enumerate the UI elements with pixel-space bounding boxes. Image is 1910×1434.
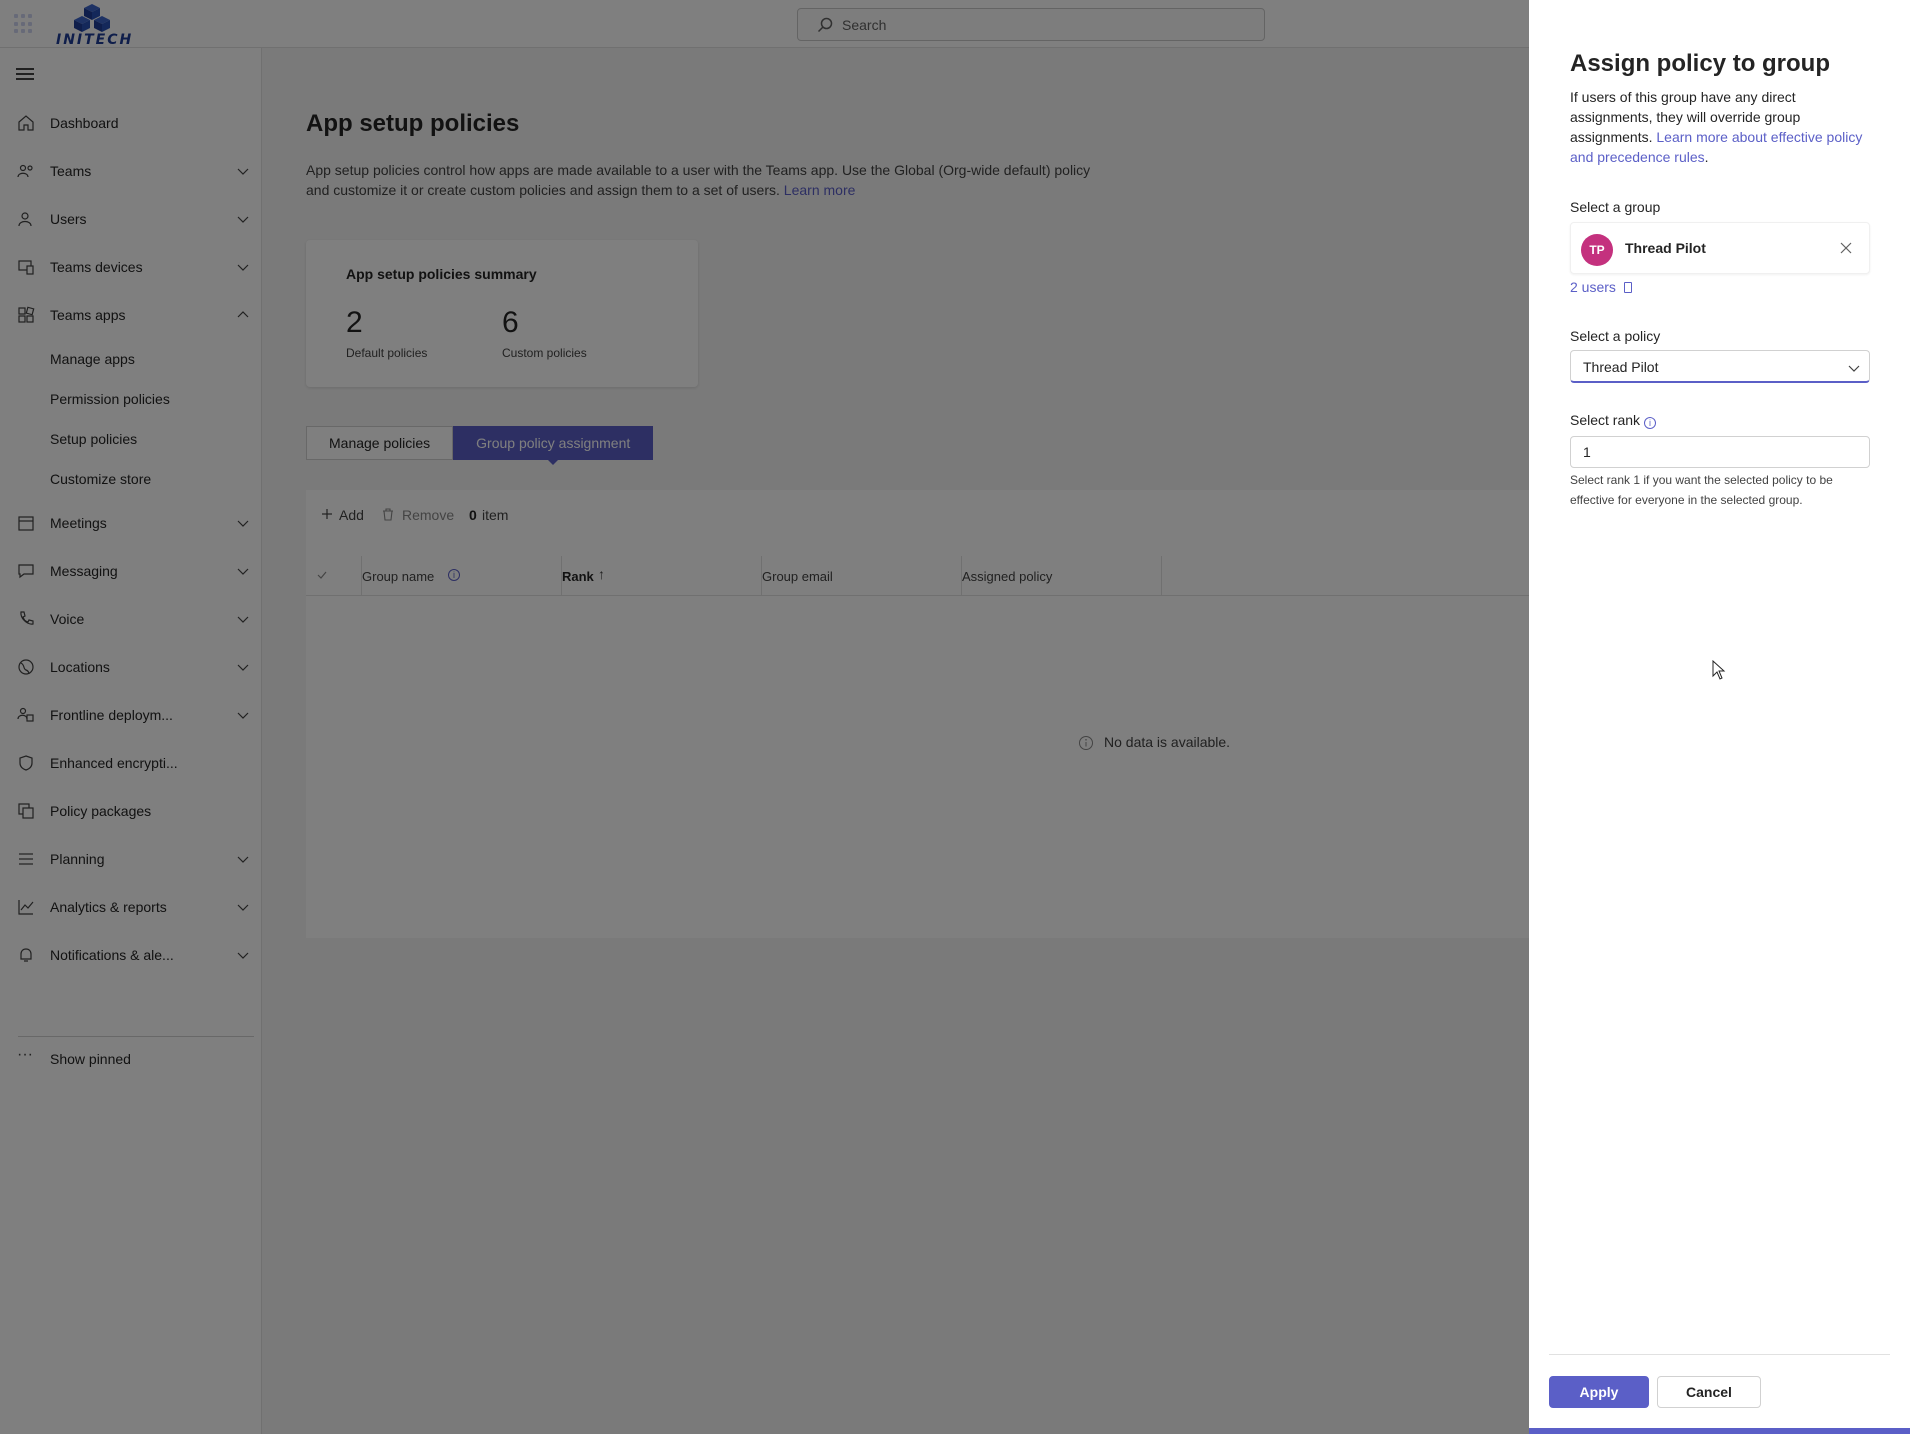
rank-hint: Select rank 1 if you want the selected p… <box>1570 473 1833 507</box>
select-policy-label: Select a policy <box>1570 328 1661 344</box>
panel-description: If users of this group have any direct a… <box>1570 87 1876 167</box>
panel-title: Assign policy to group <box>1570 50 1831 77</box>
close-icon[interactable] <box>1839 241 1853 255</box>
apply-button[interactable]: Apply <box>1549 1376 1649 1408</box>
open-icon <box>1623 282 1632 293</box>
group-users-link[interactable]: 2 users <box>1570 279 1632 295</box>
footer-divider <box>1549 1354 1890 1355</box>
select-rank-label: Select rank <box>1570 412 1641 428</box>
policy-value: Thread Pilot <box>1583 359 1659 375</box>
users-count: 2 users <box>1570 279 1616 295</box>
group-name: Thread Pilot <box>1625 240 1706 256</box>
period: . <box>1704 149 1709 165</box>
assign-policy-panel: Assign policy to group If users of this … <box>1529 0 1910 1434</box>
modal-overlay[interactable] <box>0 0 1529 1434</box>
select-group-label: Select a group <box>1570 199 1661 215</box>
cancel-button[interactable]: Cancel <box>1657 1376 1761 1408</box>
avatar: TP <box>1581 234 1613 266</box>
panel-accent-bar <box>1529 1428 1910 1434</box>
select-rank-label-row: Select rank i <box>1570 412 1657 429</box>
rank-input[interactable] <box>1570 436 1870 468</box>
mouse-cursor-icon <box>1712 660 1726 680</box>
selected-group-chip: TP Thread Pilot <box>1570 222 1870 274</box>
info-icon[interactable]: i <box>1644 417 1657 429</box>
policy-dropdown[interactable]: Thread Pilot <box>1570 350 1870 383</box>
chevron-down-icon <box>1848 365 1860 372</box>
